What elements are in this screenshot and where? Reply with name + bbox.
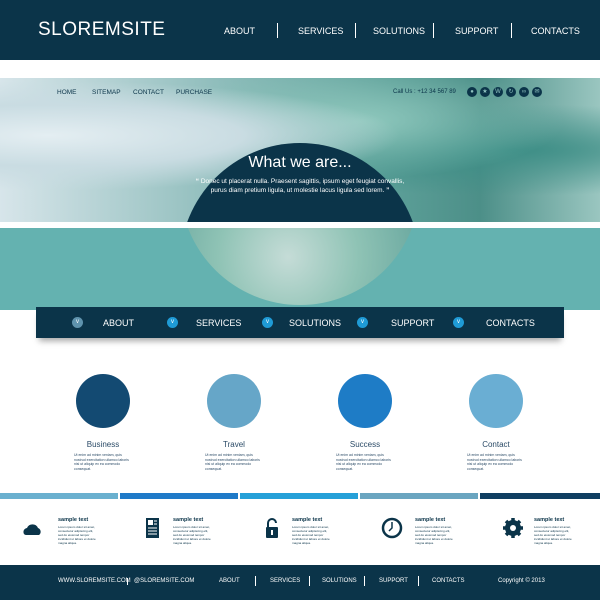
feature-circle-travel[interactable] [207,374,261,428]
divider [309,576,310,586]
feature-circle-business[interactable] [76,374,130,428]
main-nav: v ABOUT v SERVICES v SOLUTIONS v SUPPORT… [36,307,564,338]
footer-nav-solutions[interactable]: SOLUTIONS [322,578,357,584]
service-text: Lorem ipsum dolor sit amet, consectetur … [415,525,453,545]
hero-banner [0,78,600,222]
hero-quote: “ Donec ut placerat nulla. Praesent sagi… [190,177,410,195]
hero-title: What we are... [248,154,352,171]
nav-support[interactable]: SUPPORT [455,26,498,36]
color-bar [480,493,600,499]
color-bar [120,493,238,499]
feature-text: Ut enim ad minim veniam, quis nostrud ex… [336,453,391,471]
feature-title: Contact [482,440,510,449]
chevron-down-icon[interactable]: v [72,317,83,328]
divider [255,576,256,586]
service-title: sample text [534,517,565,523]
call-us: Call Us : +12 34 567 89 [393,89,456,95]
teal-band [0,228,600,310]
star-icon[interactable]: ★ [480,87,490,97]
drop-icon[interactable]: ● [467,87,477,97]
service-text: Lorem ipsum dolor sit amet, consectetur … [292,525,330,545]
service-text: Lorem ipsum dolor sit amet, consectetur … [534,525,572,545]
feature-text: Ut enim ad minim veniam, quis nostrud ex… [74,453,129,471]
footer-nav-services[interactable]: SERVICES [270,578,300,584]
subnav-home[interactable]: HOME [57,89,77,96]
divider [355,23,356,38]
mainnav-about[interactable]: ABOUT [103,318,134,328]
footer-website[interactable]: WWW.SLOREMSITE.COM [58,578,131,584]
chevron-down-icon[interactable]: v [167,317,178,328]
subnav-sitemap[interactable]: SITEMAP [92,89,121,96]
logo[interactable]: SLOREMSITE [38,19,165,41]
mail-icon[interactable]: ✉ [532,87,542,97]
divider [127,578,128,585]
feature-text: Ut enim ad minim veniam, quis nostrud ex… [467,453,522,471]
footer-nav-contacts[interactable]: CONTACTS [432,578,465,584]
clock-icon [381,517,403,539]
feature-title: Travel [223,440,245,449]
close-quote: ” [386,187,390,194]
lock-icon [266,518,278,538]
color-bar [360,493,478,499]
w-icon[interactable]: W [493,87,503,97]
link-icon[interactable]: ∞ [519,87,529,97]
divider [364,576,365,586]
mainnav-solutions[interactable]: SOLUTIONS [289,318,341,328]
cloud-icon [23,524,41,535]
refresh-icon[interactable]: ↻ [506,87,516,97]
feature-text: Ut enim ad minim veniam, quis nostrud ex… [205,453,260,471]
subnav-contact[interactable]: CONTACT [133,89,164,96]
service-text: Lorem ipsum dolor sit amet, consectetur … [173,525,211,545]
mainnav-support[interactable]: SUPPORT [391,318,434,328]
service-title: sample text [58,517,89,523]
footer-nav-about[interactable]: ABOUT [219,578,240,584]
feature-circle-contact[interactable] [469,374,523,428]
divider [433,23,434,38]
nav-contacts[interactable]: CONTACTS [531,26,580,36]
nav-services[interactable]: SERVICES [298,26,343,36]
divider [511,23,512,38]
feature-title: Success [349,440,381,449]
nav-solutions[interactable]: SOLUTIONS [373,26,425,36]
nav-about[interactable]: ABOUT [224,26,255,36]
mainnav-contacts[interactable]: CONTACTS [486,318,535,328]
color-bar [0,493,118,499]
service-text: Lorem ipsum dolor sit amet, consectetur … [58,525,96,545]
chevron-down-icon[interactable]: v [262,317,273,328]
divider [418,576,419,586]
gear-icon [503,518,523,538]
hero-circle-image [180,228,420,305]
service-title: sample text [292,517,323,523]
footer-nav-support[interactable]: SUPPORT [379,578,408,584]
footer-handle[interactable]: @SLOREMSITE.COM [134,578,194,584]
feature-title: Business [86,440,120,449]
subnav-purchase[interactable]: PURCHASE [176,89,212,96]
copyright: Copyright © 2013 [498,578,545,584]
quote-text: Donec ut placerat nulla. Praesent sagitt… [200,178,405,194]
mainnav-services[interactable]: SERVICES [196,318,241,328]
document-icon [146,518,159,538]
chevron-down-icon[interactable]: v [453,317,464,328]
feature-circle-success[interactable] [338,374,392,428]
open-quote: “ [195,178,199,185]
service-title: sample text [173,517,204,523]
divider [277,23,278,38]
service-title: sample text [415,517,446,523]
color-bar [240,493,358,499]
chevron-down-icon[interactable]: v [357,317,368,328]
